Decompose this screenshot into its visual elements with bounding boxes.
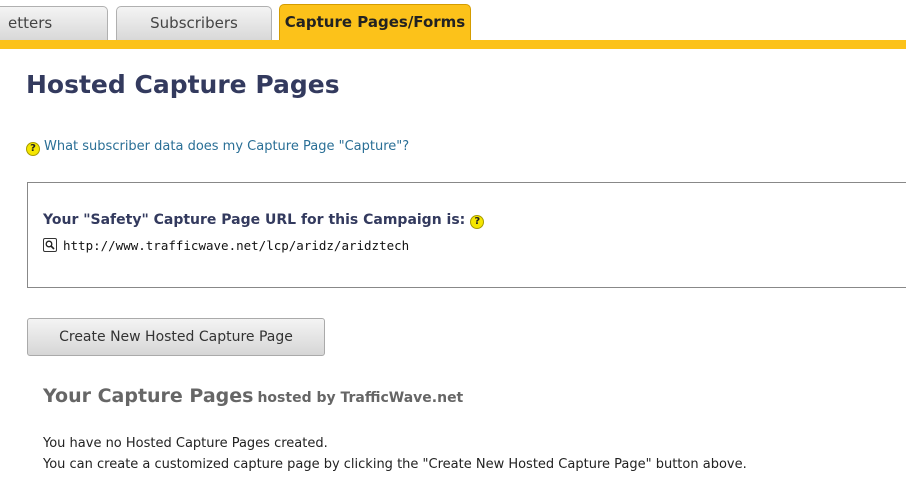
help-icon: ? (26, 142, 40, 156)
tab-subscribers-label: Subscribers (150, 14, 238, 32)
capture-pages-subtitle: hosted by TrafficWave.net (257, 390, 464, 406)
safety-url-row: http://www.trafficwave.net/lcp/aridz/ari… (43, 235, 409, 254)
magnify-icon[interactable] (43, 238, 57, 252)
tab-subscribers[interactable]: Subscribers (116, 6, 272, 40)
safety-url-label-text: Your "Safety" Capture Page URL for this … (43, 212, 466, 228)
tab-bar: etters Subscribers Capture Pages/Forms (0, 0, 906, 50)
capture-pages-heading: Your Capture Pages hosted by TrafficWave.… (43, 385, 463, 407)
empty-message: You have no Hosted Capture Pages created… (43, 436, 328, 451)
safety-url-label: Your "Safety" Capture Page URL for this … (43, 212, 485, 229)
help-icon[interactable]: ? (470, 215, 485, 229)
capture-pages-title: Your Capture Pages (43, 385, 254, 407)
help-link[interactable]: ? What subscriber data does my Capture Pa… (26, 139, 409, 156)
tab-capture-pages-forms-label: Capture Pages/Forms (284, 13, 466, 31)
help-link-text[interactable]: What subscriber data does my Capture Pag… (44, 139, 409, 154)
tab-underline (0, 40, 906, 49)
create-hosted-capture-page-button[interactable]: Create New Hosted Capture Page (27, 318, 325, 356)
empty-hint: You can create a customized capture page… (43, 457, 747, 472)
safety-url[interactable]: http://www.trafficwave.net/lcp/aridz/ari… (63, 238, 409, 253)
tab-newsletters[interactable]: etters (0, 6, 108, 40)
tab-newsletters-label: etters (8, 14, 53, 32)
page-title: Hosted Capture Pages (26, 70, 340, 99)
safety-url-box: Your "Safety" Capture Page URL for this … (27, 182, 906, 288)
tab-capture-pages-forms[interactable]: Capture Pages/Forms (279, 4, 471, 40)
